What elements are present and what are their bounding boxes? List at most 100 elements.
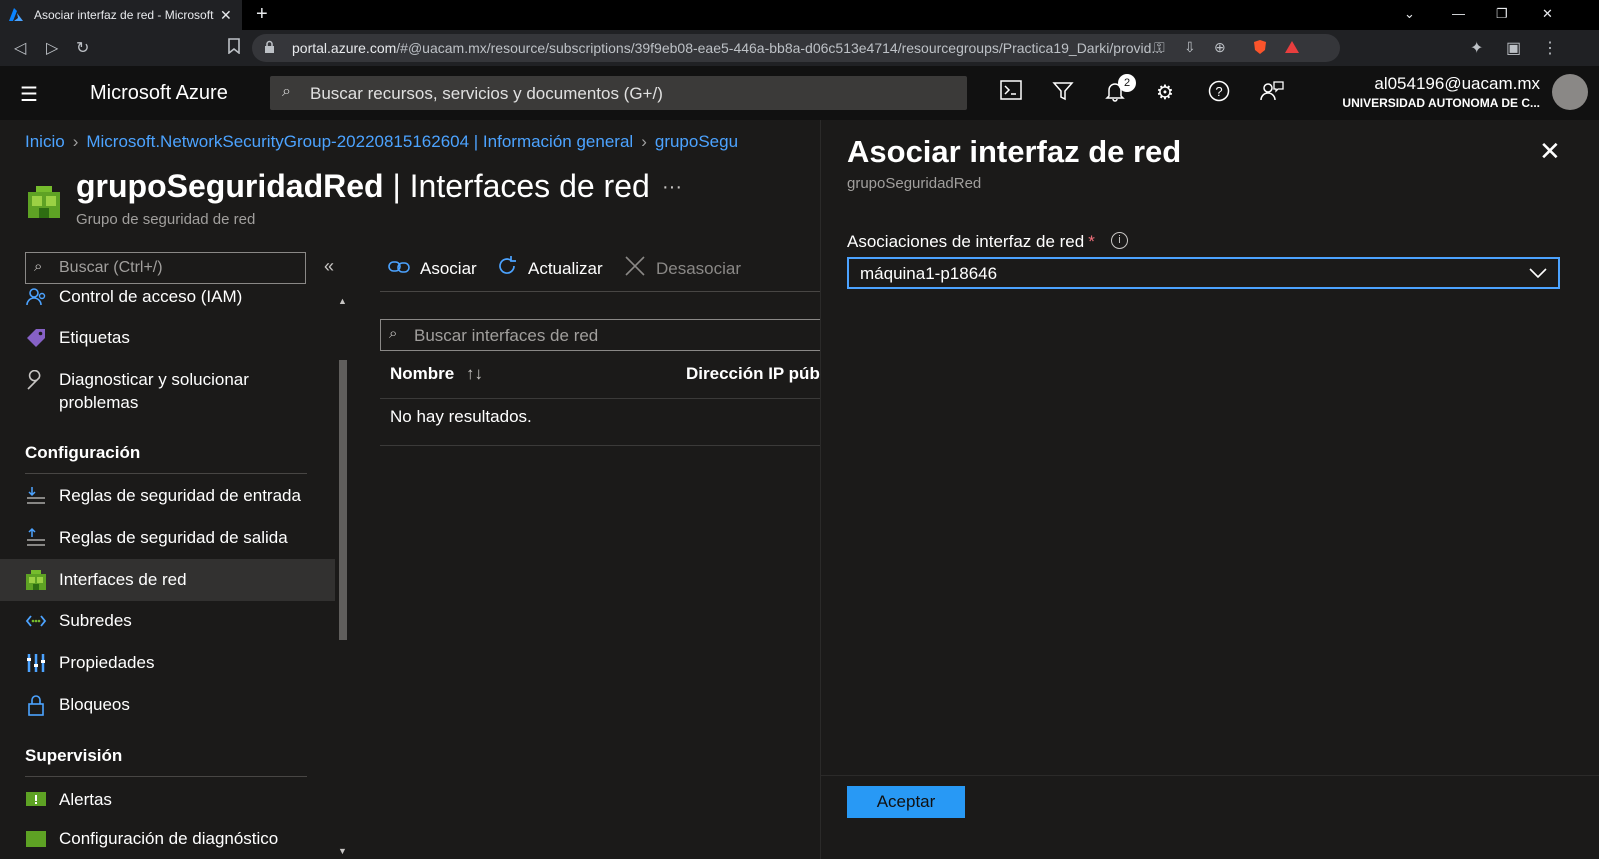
nic-association-dropdown[interactable]: máquina1-p18646	[847, 257, 1560, 289]
browser-toolbar: ◁ ▷ ↻ portal.azure.com/#@uacam.mx/resour…	[0, 30, 1599, 66]
bookmark-icon[interactable]	[228, 38, 240, 59]
menu-item-subnets[interactable]: Subredes	[0, 600, 335, 642]
menu-item-network-interfaces[interactable]: Interfaces de red	[0, 559, 335, 601]
lock-icon	[25, 694, 47, 716]
cloud-shell-icon[interactable]	[1000, 80, 1022, 106]
menu-scrollbar-thumb[interactable]	[339, 360, 347, 640]
user-email: al054196@uacam.mx	[1374, 74, 1540, 93]
nic-filter-input[interactable]: ⌕ Buscar interfaces de red	[380, 319, 820, 351]
toolbar-divider	[380, 291, 820, 292]
nic-association-label: Asociaciones de interfaz de red *	[847, 232, 1095, 251]
brave-rewards-icon[interactable]	[1284, 39, 1300, 58]
browser-tabstrip: Asociar interfaz de red - Microsoft Azur…	[0, 0, 1599, 30]
section-divider	[25, 776, 307, 777]
wrench-icon	[25, 369, 47, 392]
extensions-icon[interactable]: ✦	[1470, 38, 1483, 58]
associate-button[interactable]: Asociar	[388, 254, 477, 284]
panel-footer-divider	[821, 775, 1599, 776]
wallet-icon[interactable]: ▣	[1506, 38, 1521, 58]
panel-title: Asociar interfaz de red	[847, 134, 1182, 169]
close-icon[interactable]: ✕	[1539, 136, 1561, 167]
dissociate-button[interactable]: Desasociar	[624, 254, 741, 284]
diagnostic-settings-icon	[25, 828, 47, 850]
user-organization: UNIVERSIDAD AUTONOMA DE C...	[1342, 96, 1540, 110]
search-icon: ⌕	[389, 325, 398, 342]
section-heading-monitoring: Supervisión	[25, 746, 123, 765]
nic-filter-placeholder: Buscar interfaces de red	[414, 326, 599, 345]
reload-icon[interactable]: ↻	[76, 38, 89, 58]
scroll-down-icon[interactable]: ▼	[338, 846, 347, 856]
inbound-rules-icon	[25, 485, 47, 507]
account-menu[interactable]: al054196@uacam.mx UNIVERSIDAD AUTONOMA D…	[1330, 74, 1540, 110]
menu-item-properties[interactable]: Propiedades	[0, 642, 335, 684]
global-search-input[interactable]: ⌕ Buscar recursos, servicios y documento…	[270, 76, 967, 110]
zoom-icon[interactable]: ⊕	[1214, 39, 1226, 56]
search-icon: ⌕	[34, 258, 43, 275]
azure-logo-icon	[8, 7, 24, 23]
scroll-up-icon[interactable]: ▲	[338, 296, 347, 306]
restore-icon[interactable]: ❐	[1496, 6, 1508, 22]
settings-gear-icon[interactable]: ⚙	[1156, 80, 1174, 105]
empty-message: No hay resultados.	[390, 407, 532, 426]
breadcrumb-home[interactable]: Inicio	[25, 132, 65, 151]
help-icon[interactable]: ?	[1208, 80, 1230, 108]
associate-nic-panel: Asociar interfaz de red grupoSeguridadRe…	[820, 120, 1599, 859]
menu-item-locks[interactable]: Bloqueos	[0, 684, 335, 726]
lock-icon	[264, 40, 275, 57]
resource-type: Grupo de seguridad de red	[76, 211, 256, 228]
network-security-group-icon	[26, 184, 62, 220]
breadcrumb-resource[interactable]: grupoSegu	[655, 132, 738, 151]
column-header-public-ip[interactable]: Dirección IP públ	[686, 364, 825, 384]
menu-search-input[interactable]: ⌕ Buscar (Ctrl+/)	[25, 252, 306, 284]
chevron-right-icon: ›	[641, 132, 647, 151]
sort-icon[interactable]: ↑↓	[466, 364, 483, 384]
accept-button[interactable]: Aceptar	[847, 786, 965, 818]
new-tab-button[interactable]: +	[256, 3, 268, 26]
menu-item-diagnostic-settings[interactable]: Configuración de diagnóstico	[0, 818, 335, 859]
menu-item-inbound-rules[interactable]: Reglas de seguridad de entrada	[0, 475, 335, 517]
address-bar[interactable]: portal.azure.com/#@uacam.mx/resource/sub…	[252, 34, 1340, 62]
window-close-icon[interactable]: ✕	[1542, 6, 1553, 22]
resource-menu: Control de acceso (IAM) Etiquetas Diagno…	[0, 288, 335, 859]
refresh-button[interactable]: Actualizar	[496, 254, 603, 284]
section-heading-configuration: Configuración	[25, 443, 141, 462]
menu-item-iam[interactable]: Control de acceso (IAM)	[0, 288, 335, 318]
chevron-down-icon	[1528, 261, 1548, 290]
portal-menu-icon[interactable]: ☰	[20, 82, 38, 107]
browser-tab[interactable]: Asociar interfaz de red - Microsoft Azur…	[0, 0, 242, 30]
tab-close-icon[interactable]: ✕	[220, 7, 232, 24]
key-icon[interactable]: ⚿	[1154, 39, 1165, 56]
panel-subtitle: grupoSeguridadRed	[847, 175, 982, 192]
section-divider	[25, 473, 307, 474]
menu-item-alerts[interactable]: Alertas	[0, 779, 335, 821]
brave-shield-icon[interactable]	[1252, 39, 1268, 58]
page-title: grupoSeguridadRed | Interfaces de red	[76, 168, 650, 204]
network-interface-icon	[25, 569, 47, 591]
directory-filter-icon[interactable]	[1052, 80, 1074, 108]
refresh-icon	[496, 255, 518, 283]
more-options-icon[interactable]: ···	[662, 176, 682, 199]
tab-title: Asociar interfaz de red - Microsoft Azur…	[34, 8, 214, 22]
info-icon[interactable]: i	[1111, 232, 1128, 249]
alert-icon	[25, 789, 47, 811]
brand-title[interactable]: Microsoft Azure	[90, 82, 228, 105]
column-header-name[interactable]: Nombre	[390, 364, 454, 384]
forward-icon[interactable]: ▷	[46, 38, 58, 58]
avatar[interactable]	[1552, 74, 1588, 110]
svg-text:?: ?	[1215, 84, 1222, 99]
minimize-icon[interactable]: —	[1452, 6, 1465, 21]
tab-search-icon[interactable]: ⌄	[1404, 6, 1415, 22]
back-icon[interactable]: ◁	[14, 38, 26, 58]
browser-menu-icon[interactable]: ⋮	[1542, 38, 1558, 58]
url-text: portal.azure.com/#@uacam.mx/resource/sub…	[292, 40, 1162, 56]
breadcrumb-deployment[interactable]: Microsoft.NetworkSecurityGroup-202208151…	[86, 132, 633, 151]
link-icon	[388, 258, 410, 281]
collapse-menu-icon[interactable]: «	[324, 256, 334, 277]
tag-icon	[25, 327, 47, 349]
required-marker: *	[1088, 232, 1095, 251]
menu-item-diagnose[interactable]: Diagnosticar y solucionar problemas	[0, 366, 335, 418]
menu-item-outbound-rules[interactable]: Reglas de seguridad de salida	[0, 517, 335, 559]
menu-item-tags[interactable]: Etiquetas	[0, 317, 335, 359]
install-icon[interactable]: ⇩	[1184, 39, 1196, 56]
feedback-icon[interactable]	[1260, 80, 1284, 108]
